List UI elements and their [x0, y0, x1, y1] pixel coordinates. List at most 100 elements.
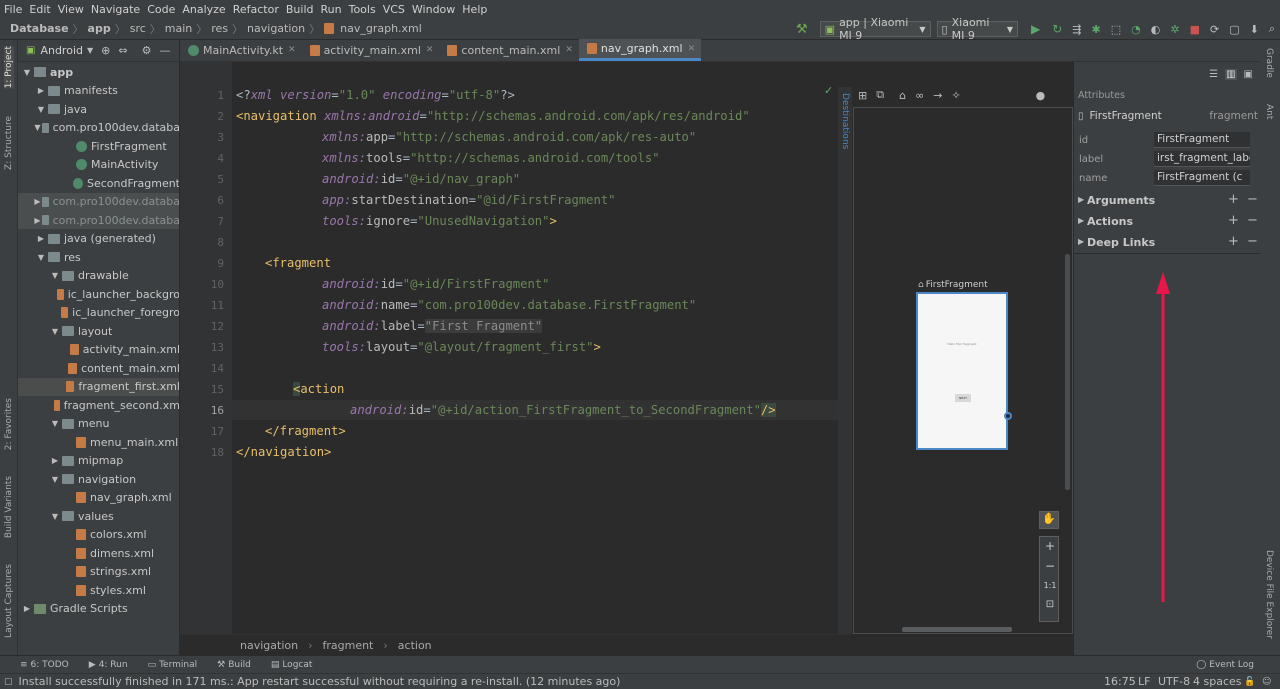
inspection-icon[interactable]: ☺ [1262, 677, 1271, 687]
code-view-icon[interactable]: ☰ [1209, 69, 1218, 80]
tree-item[interactable]: ▼ com.pro100dev.databa [18, 119, 179, 137]
tree-item[interactable]: fragment_second.xm [18, 396, 179, 414]
logcat-tool-button[interactable]: ▤ Logcat [271, 660, 313, 670]
chevron-down-icon[interactable]: ▼ [50, 512, 60, 521]
favorites-tool-button[interactable]: 2: Favorites [4, 398, 14, 450]
breadcrumb-item[interactable]: app [86, 22, 113, 35]
design-view-icon[interactable]: ▣ [1244, 69, 1253, 80]
tree-item[interactable]: ▶ com.pro100dev.databa [18, 192, 179, 211]
gradle-tool-button[interactable]: Gradle [1264, 48, 1274, 78]
tree-item[interactable]: colors.xml [18, 526, 179, 544]
device-select[interactable]: ▯ Xiaomi MI 9 ▼ [936, 16, 1018, 42]
tree-item[interactable]: nav_graph.xml [18, 489, 179, 507]
section-arguments[interactable]: ▶ Arguments + − [1074, 192, 1261, 211]
zoom-in-button[interactable]: + [1040, 539, 1060, 557]
breadcrumb-item[interactable]: navigation [245, 22, 307, 35]
tree-item[interactable]: ▼ navigation [18, 470, 179, 488]
tree-item[interactable]: MainActivity [18, 156, 179, 174]
chevron-right-icon[interactable]: ▶ [22, 604, 32, 613]
editor-breadcrumb-item[interactable]: fragment [322, 639, 373, 652]
structure-tool-button[interactable]: Z: Structure [4, 116, 14, 170]
chevron-down-icon[interactable]: ▼ [50, 475, 60, 484]
attach-process-icon[interactable]: ✲ [1170, 23, 1179, 36]
device-file-explorer-tool-button[interactable]: Device File Explorer [1264, 550, 1274, 639]
editor-breadcrumb-item[interactable]: navigation [240, 639, 298, 652]
home-icon[interactable]: ⌂ [899, 89, 906, 102]
tree-item[interactable]: dimens.xml [18, 544, 179, 562]
chevron-down-icon[interactable]: ▼ [87, 46, 93, 55]
add-icon[interactable]: + [1228, 192, 1239, 207]
chevron-right-icon[interactable]: ▶ [50, 456, 60, 465]
close-icon[interactable]: ✕ [426, 45, 434, 55]
tree-item[interactable]: ▶ manifests [18, 82, 179, 100]
tree-item[interactable]: menu_main.xml [18, 433, 179, 451]
stop-icon[interactable]: ■ [1190, 23, 1200, 36]
add-icon[interactable]: + [1228, 234, 1239, 249]
apply-code-changes-icon[interactable]: ⇶ [1072, 23, 1081, 36]
layout-captures-tool-button[interactable]: Layout Captures [4, 564, 14, 638]
chevron-right-icon[interactable]: ▶ [34, 197, 40, 206]
chevron-right-icon[interactable]: ▶ [1078, 195, 1084, 204]
remove-icon[interactable]: − [1247, 213, 1258, 228]
breadcrumb-item[interactable]: main [163, 22, 194, 35]
horizontal-scrollbar[interactable] [902, 627, 1012, 632]
tab-mainactivity-kt[interactable]: MainActivity.kt ✕ [180, 39, 302, 61]
chevron-right-icon[interactable]: ▶ [34, 216, 40, 225]
menu-tools[interactable]: Tools [345, 3, 379, 16]
zoom-actual-size-button[interactable]: 1:1 [1040, 581, 1060, 599]
hammer-icon[interactable]: ⚒ [796, 22, 808, 37]
sync-gradle-icon[interactable]: ⟳ [1210, 23, 1219, 36]
target-icon[interactable]: ⊕ [101, 44, 110, 57]
menu-window[interactable]: Window [408, 3, 458, 16]
tree-item[interactable]: SecondFragment [18, 174, 179, 192]
search-everywhere-icon[interactable]: ⌕ [1269, 22, 1275, 36]
tree-item[interactable]: ▶ mipmap [18, 452, 179, 470]
chevron-down-icon[interactable]: ▼ [34, 123, 40, 132]
first-fragment-destination[interactable]: Hello first fragment NEXT [916, 292, 1008, 450]
zoom-fit-button[interactable]: ⊡ [1040, 599, 1060, 617]
destinations-label[interactable]: Destinations [840, 93, 850, 149]
debug-icon[interactable]: ✱ [1092, 23, 1101, 36]
build-variants-tool-button[interactable]: Build Variants [4, 476, 14, 538]
ant-tool-button[interactable]: Ant [1264, 104, 1274, 119]
file-encoding[interactable]: UTF-8 [1158, 675, 1190, 688]
pan-tool-button[interactable]: ✋ [1039, 511, 1059, 529]
menu-refactor[interactable]: Refactor [229, 3, 282, 16]
attribute-value-field[interactable]: FirstFragment [1154, 132, 1250, 148]
editor-breadcrumb-item[interactable]: action [398, 639, 432, 652]
settings-icon[interactable]: ⚙ [142, 44, 152, 57]
tree-item[interactable]: content_main.xml [18, 359, 179, 377]
tree-item[interactable]: ▼ drawable [18, 267, 179, 285]
tab-activity-main-xml[interactable]: activity_main.xml ✕ [302, 39, 440, 61]
close-icon[interactable]: ✕ [688, 44, 696, 54]
split-view-icon[interactable]: ▥ [1225, 68, 1237, 80]
apply-changes-icon[interactable]: ↻ [1052, 22, 1062, 36]
tree-item[interactable]: ▼ layout [18, 322, 179, 340]
status-icon[interactable]: ▢ [4, 677, 13, 687]
menu-help[interactable]: Help [458, 3, 490, 16]
menu-view[interactable]: View [54, 3, 87, 16]
menu-file[interactable]: File [0, 3, 25, 16]
project-view-selector[interactable]: Android [40, 44, 83, 57]
info-icon[interactable]: ● [1036, 89, 1046, 102]
run-tool-button[interactable]: ▶ 4: Run [89, 660, 128, 670]
tree-item[interactable]: ▼ values [18, 507, 179, 525]
profile-icon[interactable]: ◔ [1131, 23, 1141, 36]
chevron-down-icon[interactable]: ▼ [50, 419, 60, 428]
action-handle[interactable] [1004, 412, 1012, 420]
tree-item[interactable]: ic_launcher_backgro [18, 285, 179, 303]
tree-item[interactable]: ▶ java (generated) [18, 230, 179, 248]
tree-item[interactable]: ▼ res [18, 248, 179, 266]
attribute-value-field[interactable]: FirstFragment (c [1154, 170, 1250, 186]
menu-run[interactable]: Run [317, 3, 345, 16]
coverage-icon[interactable]: ◐ [1151, 23, 1161, 36]
remove-icon[interactable]: − [1247, 192, 1258, 207]
run-icon[interactable]: ▶ [1031, 22, 1040, 36]
collapse-icon[interactable]: ⇔ [118, 44, 127, 57]
run-config-select[interactable]: ▣ app | Xiaomi MI 9 ▼ [819, 16, 931, 42]
menu-vcs[interactable]: VCS [379, 3, 408, 16]
tree-item[interactable]: FirstFragment [18, 137, 179, 155]
tree-item[interactable]: ▼ app [18, 63, 179, 81]
auto-arrange-icon[interactable]: ✧ [951, 89, 960, 102]
event-log-tool-button[interactable]: ◯ Event Log [1196, 660, 1254, 670]
